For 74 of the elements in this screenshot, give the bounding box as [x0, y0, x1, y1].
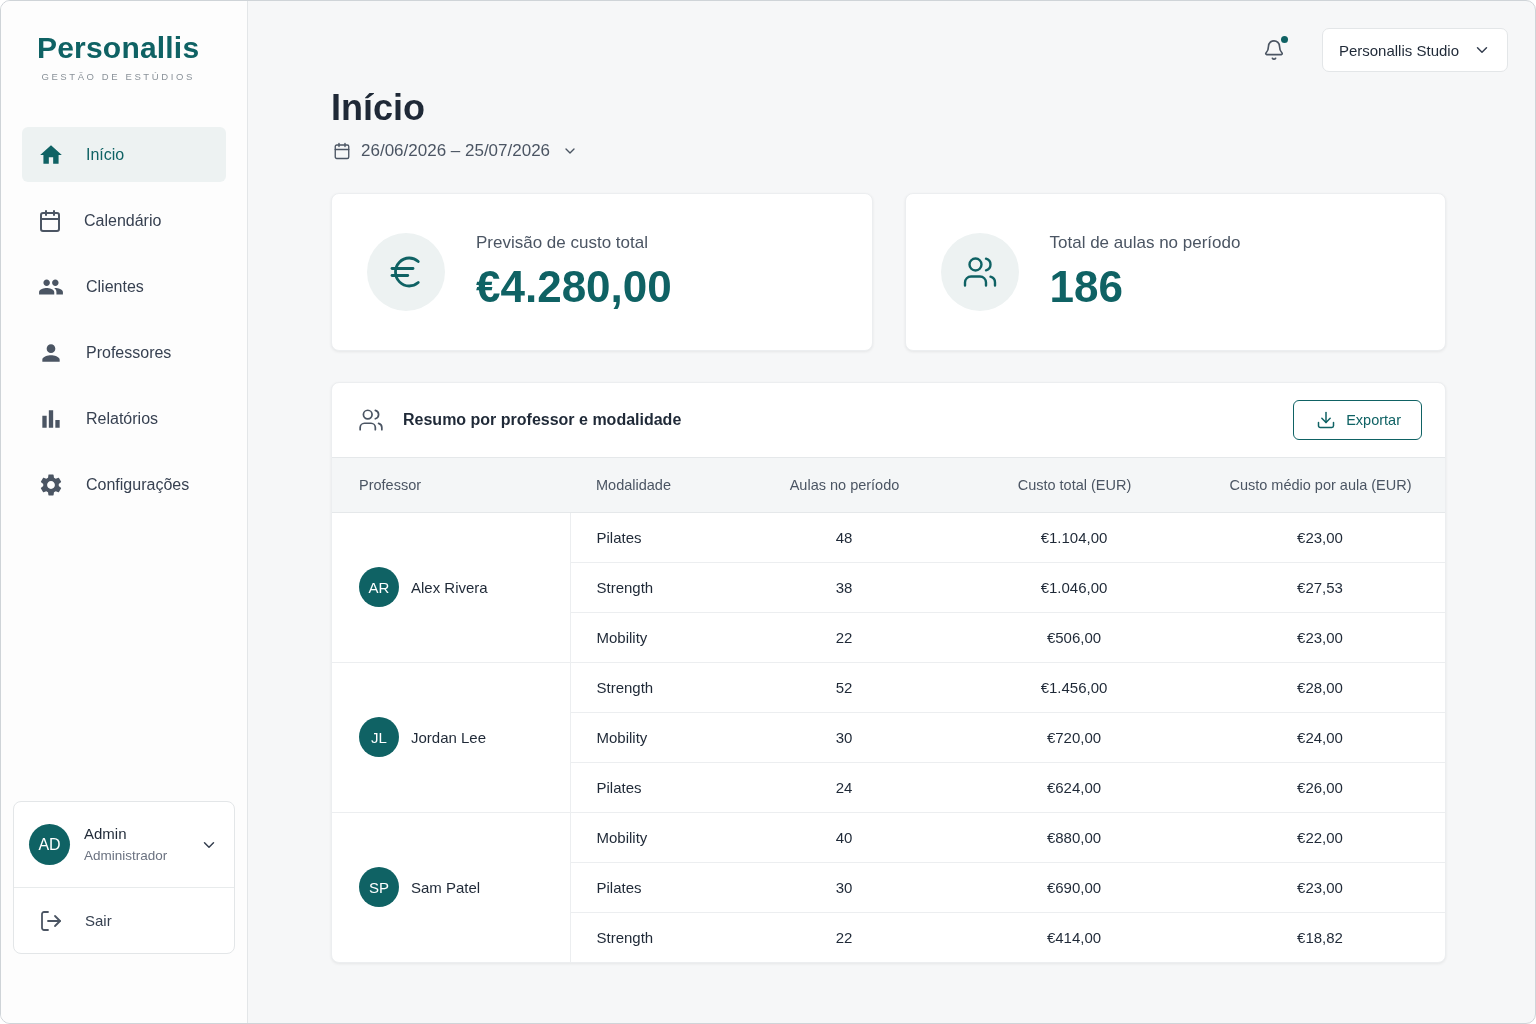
nav-item[interactable]: Configurações [22, 457, 226, 512]
table-cell: €27,53 [1192, 562, 1445, 612]
people-icon [358, 407, 384, 433]
page-title: Início [331, 86, 426, 130]
table-cell: 30 [732, 862, 957, 912]
stat-value: 186 [1049, 260, 1124, 313]
column-header: Professor [332, 458, 570, 512]
stat-label: Previsão de custo total [476, 231, 649, 254]
table-cell: €414,00 [957, 912, 1192, 962]
card-title: Resumo por professor e modalidade [403, 411, 682, 429]
stat-label: Total de aulas no período [1049, 231, 1241, 254]
table-cell: 22 [732, 612, 957, 662]
table-cell: €28,00 [1192, 662, 1445, 712]
table-cell: 40 [732, 812, 957, 862]
table-cell: €18,82 [1192, 912, 1445, 962]
table-cell: €624,00 [957, 762, 1192, 812]
table-cell: Mobility [570, 612, 732, 662]
table-cell: €880,00 [957, 812, 1192, 862]
table-cell: €690,00 [957, 862, 1192, 912]
table-cell: 30 [732, 712, 957, 762]
table-cell: €26,00 [1192, 762, 1445, 812]
studio-dropdown[interactable]: Personallis Studio [1321, 28, 1508, 72]
column-header: Custo médio por aula (EUR) [1192, 458, 1445, 512]
logout-icon [39, 908, 63, 933]
logo-tagline: GESTÃO DE ESTÚDIOS [41, 70, 195, 84]
table-cell: Mobility [570, 712, 732, 762]
logo: Personallis [37, 30, 200, 66]
professor-name: Sam Patel [411, 878, 481, 896]
table-cell: 52 [732, 662, 957, 712]
nav-item[interactable]: Clientes [22, 259, 226, 314]
bell-icon[interactable] [1262, 39, 1285, 61]
table-cell: €1.456,00 [957, 662, 1192, 712]
table-cell: €1.046,00 [957, 562, 1192, 612]
avatar: AR [359, 567, 399, 607]
logout-button[interactable]: Sair [14, 888, 234, 953]
calendar-icon [38, 208, 62, 233]
table-cell: €23,00 [1192, 862, 1445, 912]
export-button[interactable]: Exportar [1293, 400, 1422, 440]
download-icon [1316, 410, 1337, 430]
professor-name: Alex Rivera [411, 578, 488, 596]
table-cell: €23,00 [1192, 612, 1445, 662]
date-range-picker[interactable]: 26/06/2026 – 25/07/2026 [331, 140, 579, 162]
nav-item[interactable]: Relatórios [22, 391, 226, 446]
table-cell: Pilates [570, 762, 732, 812]
table-cell: Strength [570, 662, 732, 712]
table-cell: Strength [570, 562, 732, 612]
table-cell: €22,00 [1192, 812, 1445, 862]
table-cell: €506,00 [957, 612, 1192, 662]
table-cell: Pilates [570, 512, 732, 562]
avatar: AD [29, 824, 70, 865]
column-header: Aulas no período [732, 458, 957, 512]
column-header: Custo total (EUR) [957, 458, 1192, 512]
stat-value: €4.280,00 [476, 260, 672, 313]
table-cell: 38 [732, 562, 957, 612]
avatar: JL [359, 717, 399, 757]
nav-item[interactable]: Professores [22, 325, 226, 380]
user-name: Admin [84, 825, 128, 843]
avatar: SP [359, 867, 399, 908]
table-cell: €720,00 [957, 712, 1192, 762]
table-cell: Mobility [570, 812, 732, 862]
calendar-icon [333, 142, 351, 160]
column-header: Modalidade [570, 458, 732, 512]
table-cell: €23,00 [1192, 512, 1445, 562]
table-cell: €24,00 [1192, 712, 1445, 762]
table-cell: 22 [732, 912, 957, 962]
nav-item[interactable]: Calendário [22, 193, 226, 248]
table-cell: Pilates [570, 862, 732, 912]
nav-item[interactable]: Início [22, 127, 226, 182]
table-cell: Strength [570, 912, 732, 962]
table-cell: 24 [732, 762, 957, 812]
user-role: Administrador [84, 847, 169, 864]
table-cell: €1.104,00 [957, 512, 1192, 562]
table-cell: 48 [732, 512, 957, 562]
professor-name: Jordan Lee [411, 728, 487, 746]
